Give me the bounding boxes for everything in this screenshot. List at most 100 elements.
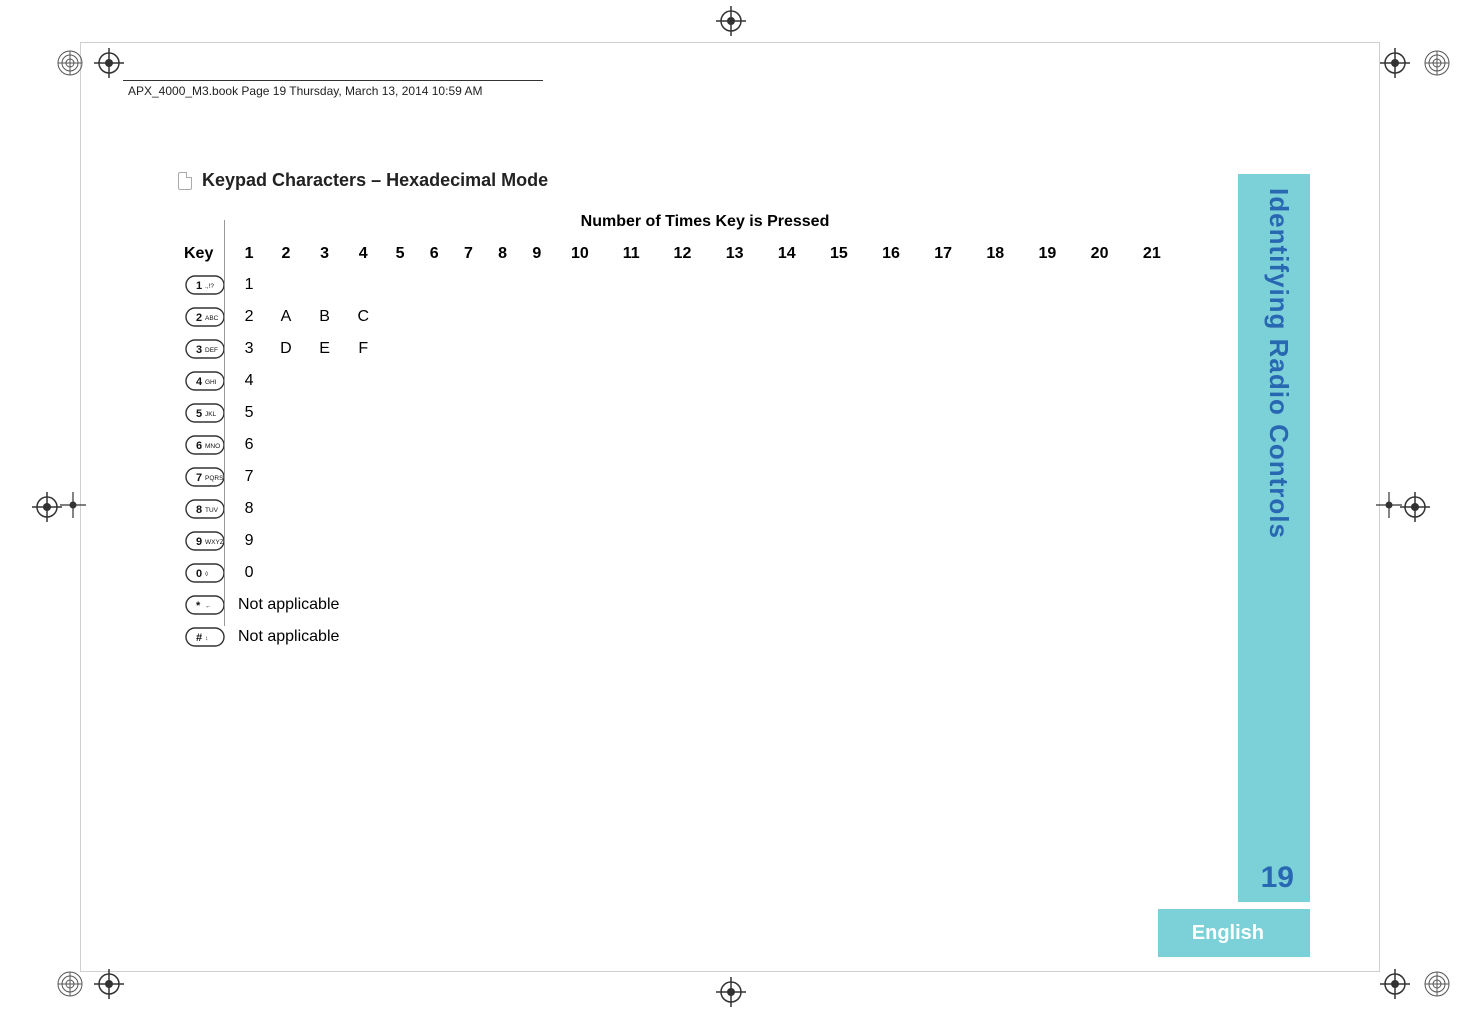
cell — [554, 461, 606, 493]
svg-text:WXYZ: WXYZ — [205, 539, 224, 546]
cell — [451, 557, 485, 589]
cell — [606, 429, 656, 461]
cell: 2 — [232, 301, 266, 333]
cell — [343, 365, 383, 397]
cell — [865, 269, 917, 301]
column-header: 6 — [417, 239, 451, 269]
cell — [709, 397, 761, 429]
table-column-divider — [224, 220, 225, 626]
cell — [761, 525, 813, 557]
cell — [520, 557, 554, 589]
cell — [306, 461, 344, 493]
cell — [417, 365, 451, 397]
cell — [1126, 557, 1178, 589]
cell — [554, 333, 606, 365]
cell — [709, 493, 761, 525]
cell: 9 — [232, 525, 266, 557]
cell — [606, 365, 656, 397]
cell — [1074, 557, 1126, 589]
column-header: 13 — [709, 239, 761, 269]
svg-text:3: 3 — [196, 344, 202, 356]
cell — [1126, 333, 1178, 365]
cell — [383, 269, 417, 301]
cell — [606, 397, 656, 429]
cell — [417, 461, 451, 493]
column-header: 3 — [306, 239, 344, 269]
svg-text:←: ← — [205, 603, 212, 610]
cell: 1 — [232, 269, 266, 301]
cell — [306, 269, 344, 301]
cell — [451, 397, 485, 429]
cell — [813, 397, 865, 429]
table-row: # ↕ Not applicable — [178, 621, 1178, 653]
cell — [383, 429, 417, 461]
cell — [656, 397, 708, 429]
cell — [1074, 525, 1126, 557]
svg-text:5: 5 — [196, 408, 202, 420]
cell — [451, 461, 485, 493]
cell — [554, 429, 606, 461]
cell — [383, 365, 417, 397]
svg-text:ABC: ABC — [205, 315, 219, 322]
cell — [417, 333, 451, 365]
cell — [1021, 365, 1073, 397]
cell — [606, 493, 656, 525]
table-row: 3 DEF 3DEF — [178, 333, 1178, 365]
cell — [1126, 493, 1178, 525]
registration-mark-icon — [94, 969, 124, 999]
side-tab-label: Identifying Radio Controls — [1263, 188, 1294, 539]
cell — [417, 301, 451, 333]
cell — [917, 525, 969, 557]
cell — [865, 333, 917, 365]
cell — [266, 461, 306, 493]
cell — [1126, 269, 1178, 301]
registration-mark-icon — [94, 48, 124, 78]
target-icon — [55, 969, 85, 999]
svg-text:#: # — [196, 632, 202, 644]
side-tab: Identifying Radio Controls — [1234, 174, 1310, 902]
cell — [520, 365, 554, 397]
cell — [813, 461, 865, 493]
cell — [554, 525, 606, 557]
cell — [1074, 493, 1126, 525]
cell — [969, 461, 1021, 493]
svg-text:4: 4 — [196, 376, 203, 388]
cell — [1126, 301, 1178, 333]
cell — [486, 333, 520, 365]
cell — [306, 397, 344, 429]
column-header: 21 — [1126, 239, 1178, 269]
cell — [1074, 365, 1126, 397]
cell: 0 — [232, 557, 266, 589]
cell — [1074, 269, 1126, 301]
cell — [917, 429, 969, 461]
cell — [486, 269, 520, 301]
cell — [383, 461, 417, 493]
svg-text:MNO: MNO — [205, 443, 220, 450]
cell — [969, 397, 1021, 429]
cell — [1126, 397, 1178, 429]
table-row: 5 JKL 5 — [178, 397, 1178, 429]
cell — [969, 301, 1021, 333]
cell — [656, 461, 708, 493]
cell — [656, 525, 708, 557]
cell — [813, 557, 865, 589]
table-row: 6 MNO 6 — [178, 429, 1178, 461]
cell: 8 — [232, 493, 266, 525]
cell — [865, 461, 917, 493]
cell — [266, 397, 306, 429]
cell: E — [306, 333, 344, 365]
registration-mark-icon — [1380, 969, 1410, 999]
cell: C — [343, 301, 383, 333]
cell — [486, 397, 520, 429]
svg-text:7: 7 — [196, 472, 202, 484]
cell — [383, 493, 417, 525]
table-row: 1 .,!? 1 — [178, 269, 1178, 301]
svg-text:DEF: DEF — [205, 347, 218, 354]
cell — [1021, 269, 1073, 301]
cell — [1074, 397, 1126, 429]
table-row: 7 PQRS 7 — [178, 461, 1178, 493]
column-header: 16 — [865, 239, 917, 269]
cell — [813, 333, 865, 365]
cell — [917, 493, 969, 525]
table-row: 2 ABC 2ABC — [178, 301, 1178, 333]
